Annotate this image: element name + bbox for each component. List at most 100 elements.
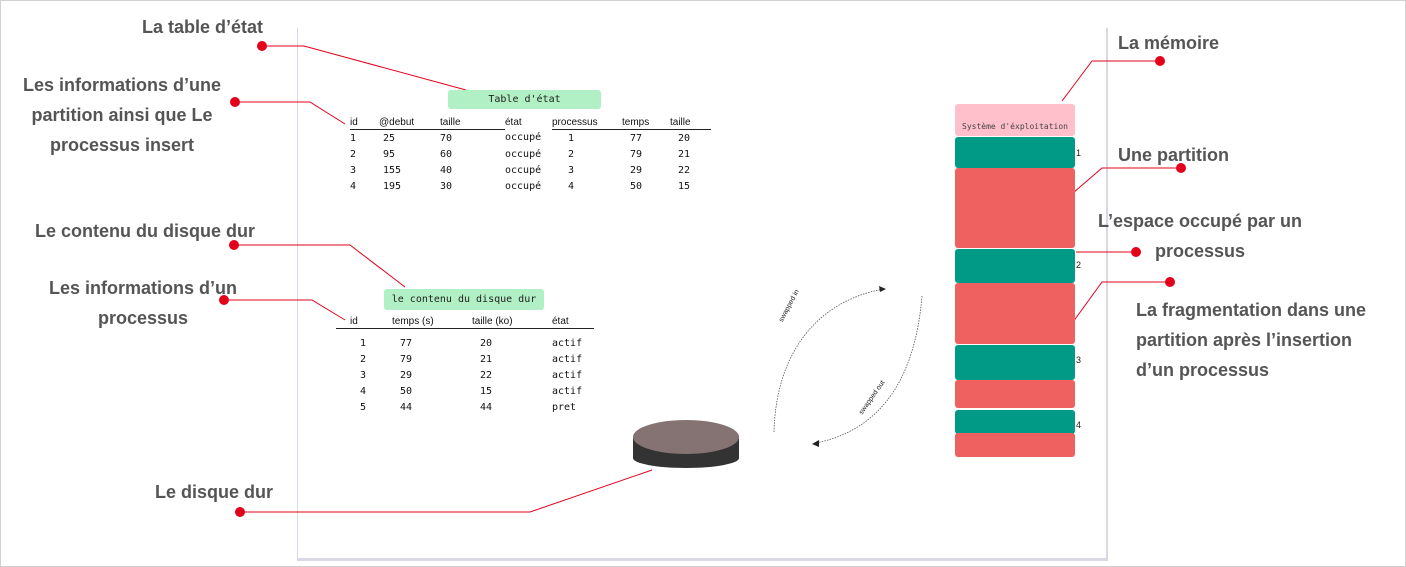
table-row: 5 44 44 pret — [336, 399, 594, 415]
state-table: id @debut taille état processus temps ta… — [350, 115, 711, 194]
state-cell: 25 — [383, 132, 396, 144]
memory-os-block: Système d'éxploitation — [955, 104, 1075, 136]
disk-col-id: id — [336, 314, 392, 329]
partition-number-4: 4 — [1076, 420, 1082, 430]
disk-cell: 77 — [400, 337, 413, 349]
memory-partition-3-process — [955, 380, 1075, 408]
disk-table: id temps (s) taille (ko) état 1 77 20 ac… — [336, 314, 594, 415]
state-col-taille: taille — [440, 115, 505, 130]
connector-disque-dur — [240, 469, 653, 513]
annotation-processus-info-line1: Les informations d’un — [48, 278, 237, 298]
disk-cell: 79 — [400, 353, 413, 365]
disk-cell: 29 — [400, 369, 413, 381]
disk-cell: 2 — [360, 353, 367, 365]
annotation-espace-line1: L’espace occupé par un — [1097, 211, 1303, 231]
disk-table-title: le contenu du disque dur — [384, 289, 544, 310]
disk-cell: pret — [552, 401, 577, 413]
annotation-partition-info-line2: partition ainsi que Le — [31, 105, 213, 125]
annotation-processus-info-line2: processus — [97, 308, 189, 328]
swap-out-arrowhead — [812, 440, 819, 447]
state-col-id: id — [350, 115, 379, 130]
state-col-debut: @debut — [379, 115, 440, 130]
memory-partition-2-process — [955, 283, 1075, 344]
annotation-disque-contenu: Le contenu du disque dur — [35, 221, 255, 241]
state-cell: 1 — [350, 132, 357, 144]
state-cell: 155 — [383, 164, 402, 176]
table-row: 1 77 20 actif — [336, 329, 594, 352]
partition-number-2: 2 — [1076, 260, 1082, 270]
connector-partition — [1072, 167, 1181, 194]
state-cell: occupé — [505, 180, 542, 192]
disk-cell: 15 — [480, 385, 493, 397]
annotation-partition-info-line1: Les informations d’une — [22, 75, 222, 95]
state-cell: 2 — [350, 148, 357, 160]
dot-frag — [1165, 277, 1175, 287]
disk-cell: actif — [552, 353, 583, 365]
annotation-table-etat: La table d’état — [142, 17, 264, 37]
state-cell: 4 — [568, 180, 575, 192]
annotation-frag-line3: d’un processus — [1136, 360, 1270, 380]
disk-cell: 4 — [360, 385, 367, 397]
state-cell: 20 — [678, 132, 691, 144]
hard-disk-icon — [633, 420, 739, 468]
disk-cell: 5 — [360, 401, 367, 413]
state-col-temps: temps — [622, 115, 670, 130]
state-cell: 79 — [630, 148, 643, 160]
state-table-header-row: id @debut taille état processus temps ta… — [350, 115, 711, 130]
disk-col-temps: temps (s) — [392, 314, 472, 329]
state-cell: 77 — [630, 132, 643, 144]
disk-cell: actif — [552, 369, 583, 381]
annotation-processus-info: Les informations d’un processus — [30, 273, 256, 333]
disk-cell: 20 — [480, 337, 493, 349]
state-cell: 2 — [568, 148, 575, 160]
annotation-partition: Une partition — [1118, 145, 1229, 165]
annotation-espace-line2: processus — [1154, 241, 1246, 261]
disk-cell: 44 — [400, 401, 413, 413]
memory-partition-4-process — [955, 433, 1075, 457]
table-row: 4 195 30 occupé 4 50 15 — [350, 178, 711, 194]
state-cell: occupé — [505, 148, 542, 160]
disk-cell: actif — [552, 385, 583, 397]
disk-cell: actif — [552, 337, 583, 349]
state-cell: 3 — [350, 164, 357, 176]
state-cell: 40 — [440, 164, 453, 176]
swap-out-arrow — [815, 295, 923, 444]
state-cell: 29 — [630, 164, 643, 176]
disk-cell: 50 — [400, 385, 413, 397]
disk-cell: 3 — [360, 369, 367, 381]
annotation-frag-line1: La fragmentation dans une — [1136, 300, 1367, 320]
state-col-processus: processus — [552, 115, 622, 130]
partition-number-3: 3 — [1076, 355, 1082, 365]
connector-disque-contenu — [234, 244, 406, 288]
annotation-partition-info: Les informations d’une partition ainsi q… — [8, 70, 236, 160]
table-row: 3 29 22 actif — [336, 367, 594, 383]
state-col-etat: état — [505, 116, 522, 128]
state-cell: 22 — [678, 164, 691, 176]
state-cell: 50 — [630, 180, 643, 192]
dot-disque-dur — [235, 507, 245, 517]
state-table-title: Table d'état — [448, 90, 601, 109]
disk-table-header-row: id temps (s) taille (ko) état — [336, 314, 594, 329]
table-row: 1 25 70 occupé 1 77 20 — [350, 130, 711, 147]
disk-col-taille: taille (ko) — [472, 314, 552, 329]
annotation-disque-dur: Le disque dur — [155, 482, 274, 502]
state-cell: 60 — [440, 148, 453, 160]
state-cell: 195 — [383, 180, 402, 192]
disk-cell: 44 — [480, 401, 493, 413]
memory-partition-3-free — [955, 345, 1075, 380]
annotation-partition-info-line3: processus insert — [49, 135, 195, 155]
state-cell: 15 — [678, 180, 691, 192]
state-col-taille-proc: taille — [670, 115, 711, 130]
state-cell: 21 — [678, 148, 691, 160]
state-cell: 70 — [440, 132, 453, 144]
memory-partition-2-free — [955, 249, 1075, 283]
state-cell: 4 — [350, 180, 357, 192]
table-row: 3 155 40 occupé 3 29 22 — [350, 162, 711, 178]
disk-cell: 1 — [360, 337, 367, 349]
table-row: 2 79 21 actif — [336, 351, 594, 367]
state-cell: occupé — [505, 164, 542, 176]
annotation-frag-line2: partition après l’insertion — [1136, 330, 1353, 350]
swap-in-arrowhead — [879, 286, 886, 292]
memory-partition-4-free — [955, 410, 1075, 434]
state-cell: occupé — [505, 132, 542, 144]
